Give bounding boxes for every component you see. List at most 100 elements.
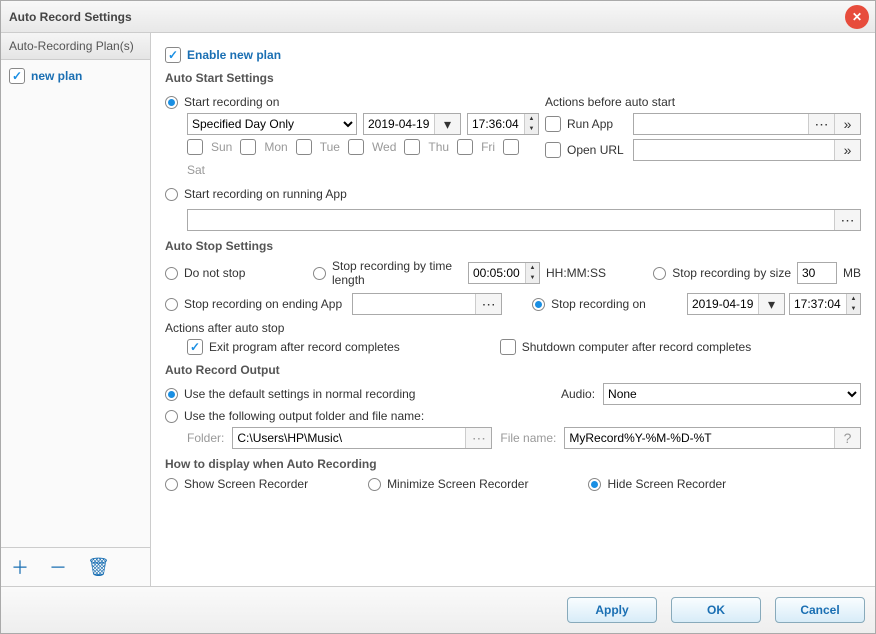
radio-start-on[interactable] xyxy=(165,96,178,109)
radio-stop-by-time[interactable] xyxy=(313,267,326,280)
label-show-recorder: Show Screen Recorder xyxy=(184,477,308,491)
close-button[interactable]: ✕ xyxy=(845,5,869,29)
label-start-on: Start recording on xyxy=(184,95,279,109)
chk-open-url[interactable] xyxy=(545,142,561,158)
output-title: Auto Record Output xyxy=(165,363,861,377)
chk-fri[interactable] xyxy=(457,139,473,155)
date-dropdown-icon[interactable]: ▾ xyxy=(434,114,460,134)
browse-ending-app-icon[interactable]: ⋯ xyxy=(475,294,501,314)
stop-date-field[interactable]: ▾ xyxy=(687,293,785,315)
folder-input[interactable] xyxy=(233,428,465,448)
size-input[interactable] xyxy=(797,262,837,284)
chk-run-app[interactable] xyxy=(545,116,561,132)
file-name-input[interactable] xyxy=(565,428,834,448)
running-app-field[interactable]: ⋯ xyxy=(187,209,861,231)
radio-show-recorder[interactable] xyxy=(165,478,178,491)
open-url-chevron-icon[interactable]: » xyxy=(834,140,860,160)
ending-app-input[interactable] xyxy=(353,294,475,314)
plan-label: new plan xyxy=(31,69,82,83)
cancel-button[interactable]: Cancel xyxy=(775,597,865,623)
window-title: Auto Record Settings xyxy=(9,10,132,24)
chk-mon[interactable] xyxy=(240,139,256,155)
label-use-default: Use the default settings in normal recor… xyxy=(184,387,415,401)
label-stop-on-app-end: Stop recording on ending App xyxy=(184,297,342,311)
label-stop-by-time: Stop recording by time length xyxy=(332,259,462,287)
duration-hint: HH:MM:SS xyxy=(546,266,606,280)
browse-folder-icon[interactable]: ⋯ xyxy=(465,428,491,448)
chk-tue[interactable] xyxy=(296,139,312,155)
enable-checkbox[interactable]: ✓ xyxy=(165,47,181,63)
duration-input[interactable] xyxy=(469,263,525,283)
open-url-field[interactable]: » xyxy=(633,139,861,161)
actions-after-title: Actions after auto stop xyxy=(165,321,861,335)
label-stop-on-date: Stop recording on xyxy=(551,297,646,311)
start-time-field[interactable]: ▲▼ xyxy=(467,113,539,135)
label-run-app: Run App xyxy=(567,117,627,131)
sidebar-header: Auto-Recording Plan(s) xyxy=(1,33,150,60)
radio-use-default[interactable] xyxy=(165,388,178,401)
start-date-field[interactable]: ▾ xyxy=(363,113,461,135)
run-app-chevron-icon[interactable]: » xyxy=(834,114,860,134)
enable-row: ✓ Enable new plan xyxy=(165,47,861,63)
label-stop-by-size: Stop recording by size xyxy=(672,266,791,280)
browse-app-icon[interactable]: ⋯ xyxy=(808,114,834,134)
title-bar: Auto Record Settings ✕ xyxy=(1,1,875,33)
chk-wed[interactable] xyxy=(348,139,364,155)
folder-label: Folder: xyxy=(187,431,224,445)
folder-field[interactable]: ⋯ xyxy=(232,427,492,449)
file-name-field[interactable]: ? xyxy=(564,427,861,449)
chk-thu[interactable] xyxy=(404,139,420,155)
stop-date-input[interactable] xyxy=(688,294,758,314)
stop-time-spinner[interactable]: ▲▼ xyxy=(846,294,860,314)
auto-start-title: Auto Start Settings xyxy=(165,71,861,85)
main-body: Auto-Recording Plan(s) ✓ new plan ＋ － 🗑 … xyxy=(1,33,875,586)
actions-before-title: Actions before auto start xyxy=(545,95,675,109)
audio-select[interactable]: None xyxy=(603,383,861,405)
browse-running-app-icon[interactable]: ⋯ xyxy=(834,210,860,230)
add-plan-button[interactable]: ＋ xyxy=(11,554,29,580)
radio-stop-by-size[interactable] xyxy=(653,267,666,280)
chk-exit-program[interactable]: ✓ xyxy=(187,339,203,355)
delete-plan-button[interactable]: 🗑 xyxy=(87,557,110,578)
size-unit: MB xyxy=(843,266,861,280)
file-name-help-icon[interactable]: ? xyxy=(834,428,860,448)
open-url-input[interactable] xyxy=(634,140,834,160)
radio-do-not-stop[interactable] xyxy=(165,267,178,280)
label-hide-recorder: Hide Screen Recorder xyxy=(607,477,726,491)
file-name-label: File name: xyxy=(500,431,556,445)
chk-sun[interactable] xyxy=(187,139,203,155)
plan-checkbox[interactable]: ✓ xyxy=(9,68,25,84)
run-app-field[interactable]: ⋯ » xyxy=(633,113,861,135)
dialog-footer: Apply OK Cancel xyxy=(1,586,875,633)
audio-label: Audio: xyxy=(561,387,595,401)
radio-stop-on-date[interactable] xyxy=(532,298,545,311)
stop-time-input[interactable] xyxy=(790,294,846,314)
chk-shutdown[interactable] xyxy=(500,339,516,355)
run-app-input[interactable] xyxy=(634,114,808,134)
start-date-input[interactable] xyxy=(364,114,434,134)
radio-use-folder[interactable] xyxy=(165,410,178,423)
start-time-input[interactable] xyxy=(468,114,524,134)
sidebar-plan-item[interactable]: ✓ new plan xyxy=(1,60,150,92)
sidebar: Auto-Recording Plan(s) ✓ new plan ＋ － 🗑 xyxy=(1,33,151,586)
running-app-input[interactable] xyxy=(188,210,834,230)
stop-time-field[interactable]: ▲▼ xyxy=(789,293,861,315)
day-mode-select[interactable]: Specified Day Only xyxy=(187,113,357,135)
duration-field[interactable]: ▲▼ xyxy=(468,262,540,284)
remove-plan-button[interactable]: － xyxy=(49,554,67,580)
ending-app-field[interactable]: ⋯ xyxy=(352,293,502,315)
ok-button[interactable]: OK xyxy=(671,597,761,623)
time-spinner[interactable]: ▲▼ xyxy=(524,114,538,134)
radio-hide-recorder[interactable] xyxy=(588,478,601,491)
radio-stop-on-app-end[interactable] xyxy=(165,298,178,311)
radio-minimize-recorder[interactable] xyxy=(368,478,381,491)
duration-spinner[interactable]: ▲▼ xyxy=(525,263,539,283)
label-exit-program: Exit program after record completes xyxy=(209,340,400,354)
chk-sat[interactable] xyxy=(503,139,519,155)
radio-start-on-app[interactable] xyxy=(165,188,178,201)
apply-button[interactable]: Apply xyxy=(567,597,657,623)
weekday-row: Sun Mon Tue Wed Thu Fri Sat xyxy=(165,139,545,177)
close-icon: ✕ xyxy=(852,10,862,24)
stop-date-dropdown-icon[interactable]: ▾ xyxy=(758,294,784,314)
label-minimize-recorder: Minimize Screen Recorder xyxy=(387,477,528,491)
